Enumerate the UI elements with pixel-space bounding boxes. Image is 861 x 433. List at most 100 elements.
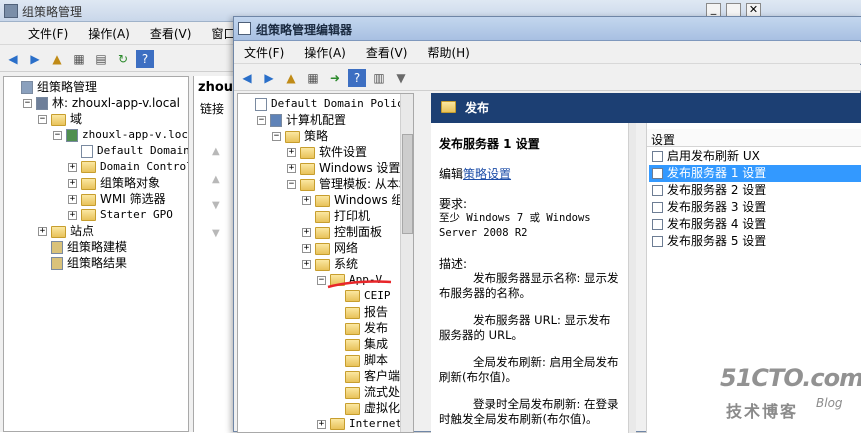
expand-icon[interactable]: + <box>317 419 326 429</box>
collapse-icon[interactable]: − <box>38 115 47 124</box>
back-arrow-icon[interactable]: ◀ <box>4 50 22 68</box>
tree-item[interactable]: − 策略 <box>272 128 328 144</box>
tree-item[interactable]: + 系统 <box>302 256 358 272</box>
tree-item[interactable]: + Domain Control <box>68 159 188 175</box>
menu-file-editor[interactable]: 文件(F) <box>234 44 294 61</box>
expand-icon[interactable]: + <box>68 195 77 204</box>
tree-item[interactable]: + 软件设置 <box>287 144 367 160</box>
tree-item[interactable]: Default Domain Policy [TE <box>242 96 400 112</box>
folder-icon <box>300 146 315 159</box>
scroll-up-icon-2[interactable]: ▲ <box>212 174 220 185</box>
tree-item[interactable]: 打印机 <box>302 208 370 224</box>
description-scrollbar[interactable] <box>628 123 636 433</box>
setting-row[interactable]: 发布服务器 3 设置 <box>649 199 861 216</box>
menu-file[interactable]: 文件(F) <box>0 25 78 42</box>
minimize-button[interactable]: _ <box>706 3 721 17</box>
scroll-down-icon-2[interactable]: ▼ <box>212 228 220 239</box>
tree-item[interactable]: + Windows 设置 <box>287 160 400 176</box>
setting-row[interactable]: 发布服务器 1 设置 <box>649 165 861 182</box>
expand-icon[interactable]: + <box>302 244 311 253</box>
setting-row[interactable]: 发布服务器 2 设置 <box>649 182 861 199</box>
up-folder-icon[interactable]: ▲ <box>48 50 66 68</box>
forward-arrow-icon[interactable]: ▶ <box>26 50 44 68</box>
collapse-icon[interactable]: − <box>23 99 32 108</box>
expand-icon[interactable]: + <box>287 164 296 173</box>
collapse-icon[interactable]: − <box>272 132 281 141</box>
tree-item[interactable]: 发布 <box>332 320 388 336</box>
edit-policy-link[interactable]: 策略设置 <box>463 167 511 181</box>
description-p2: 发布服务器 URL: 显示发布服务器的 URL。 <box>439 313 611 342</box>
back-right-subtitle: 链接 <box>200 102 225 116</box>
filter-icon[interactable]: ▼ <box>392 69 410 87</box>
menu-view[interactable]: 查看(V) <box>140 25 202 42</box>
tree-scrollbar[interactable] <box>400 94 413 432</box>
scroll-up-icon[interactable]: ▲ <box>212 146 220 157</box>
tree-item[interactable]: 组策略建模 <box>38 239 127 255</box>
properties-icon[interactable]: ▤ <box>92 50 110 68</box>
tree-scrollbar-thumb[interactable] <box>402 134 413 234</box>
tree-item[interactable]: 客户端 <box>332 368 400 384</box>
forward-arrow-icon[interactable]: ▶ <box>260 69 278 87</box>
tree-item[interactable]: 虚拟化 <box>332 400 400 416</box>
tree-item[interactable]: 组策略结果 <box>38 255 127 271</box>
menu-action[interactable]: 操作(A) <box>78 25 140 42</box>
tree-item[interactable]: 脚本 <box>332 352 388 368</box>
view-icon[interactable]: ▥ <box>370 69 388 87</box>
help-icon[interactable]: ? <box>136 49 154 68</box>
expand-icon[interactable]: + <box>302 228 311 237</box>
show-tree-icon[interactable]: ▦ <box>70 50 88 68</box>
setting-row[interactable]: 发布服务器 5 设置 <box>649 233 861 250</box>
expand-icon[interactable]: + <box>68 210 77 220</box>
expand-icon[interactable]: + <box>68 179 77 188</box>
tree-item[interactable]: − zhouxl-app-v.loca <box>53 127 188 143</box>
tree-item[interactable]: + 组策略对象 <box>68 175 160 191</box>
back-arrow-icon[interactable]: ◀ <box>238 69 256 87</box>
back-tree-pane[interactable]: 组策略管理 − 林: zhouxl-app-v.local − 域 − zhouxl-app… <box>3 76 189 432</box>
tree-item[interactable]: − 管理模板: 从本地 <box>287 176 400 192</box>
tree-item[interactable]: − 林: zhouxl-app-v.local <box>23 95 180 111</box>
tree-item[interactable]: Default Domain <box>68 143 188 159</box>
scroll-down-icon[interactable]: ▼ <box>212 200 220 211</box>
tree-item[interactable]: + Internet <box>317 416 400 432</box>
up-folder-icon[interactable]: ▲ <box>282 69 300 87</box>
menu-view-editor[interactable]: 查看(V) <box>356 44 418 61</box>
tree-item[interactable]: + 网络 <box>302 240 358 256</box>
tree-item[interactable]: + Starter GPO <box>68 207 173 223</box>
tree-item[interactable]: + 站点 <box>38 223 94 239</box>
expand-icon[interactable]: + <box>302 260 311 269</box>
back-right-pane: zhou 链接 <box>193 76 233 432</box>
tree-item[interactable]: 报告 <box>332 304 388 320</box>
expand-icon[interactable]: + <box>287 148 296 157</box>
show-tree-icon[interactable]: ▦ <box>304 69 322 87</box>
refresh-icon[interactable]: ↻ <box>114 50 132 68</box>
collapse-icon[interactable]: − <box>53 130 62 140</box>
tree-item[interactable]: CEIP <box>332 288 391 304</box>
tree-item[interactable]: 组策略管理 <box>8 79 97 95</box>
tree-item[interactable]: + Windows 组件 <box>302 192 400 208</box>
tree-item[interactable]: 流式处 <box>332 384 400 400</box>
front-window-titlebar[interactable]: 组策略管理编辑器 <box>234 17 861 41</box>
setting-row[interactable]: 启用发布刷新 UX <box>649 148 861 165</box>
maximize-button[interactable] <box>726 3 741 17</box>
tree-item[interactable]: − 域 <box>38 111 82 127</box>
tree-item-label: 脚本 <box>364 353 389 367</box>
expand-icon[interactable]: + <box>302 196 311 205</box>
tree-item[interactable]: − 计算机配置 <box>257 112 346 128</box>
policy-setting-icon <box>652 151 663 162</box>
expand-icon[interactable]: + <box>68 162 77 172</box>
menu-help-editor[interactable]: 帮助(H) <box>417 44 479 61</box>
folder-icon <box>345 386 360 399</box>
close-button[interactable]: ✕ <box>746 3 761 17</box>
settings-column-header[interactable]: 设置 <box>647 129 861 147</box>
expand-icon[interactable]: + <box>38 227 47 236</box>
tree-item[interactable]: + WMI 筛选器 <box>68 191 166 207</box>
help-icon[interactable]: ? <box>348 68 366 87</box>
tree-item[interactable]: + 控制面板 <box>302 224 382 240</box>
front-tree-pane[interactable]: Default Domain Policy [TE−计算机配置−策略+软件设置+… <box>237 93 414 433</box>
tree-item[interactable]: 集成 <box>332 336 388 352</box>
collapse-icon[interactable]: − <box>257 116 266 125</box>
setting-row[interactable]: 发布服务器 4 设置 <box>649 216 861 233</box>
menu-action-editor[interactable]: 操作(A) <box>294 44 356 61</box>
collapse-icon[interactable]: − <box>287 180 296 189</box>
export-icon[interactable]: ➜ <box>326 69 344 87</box>
